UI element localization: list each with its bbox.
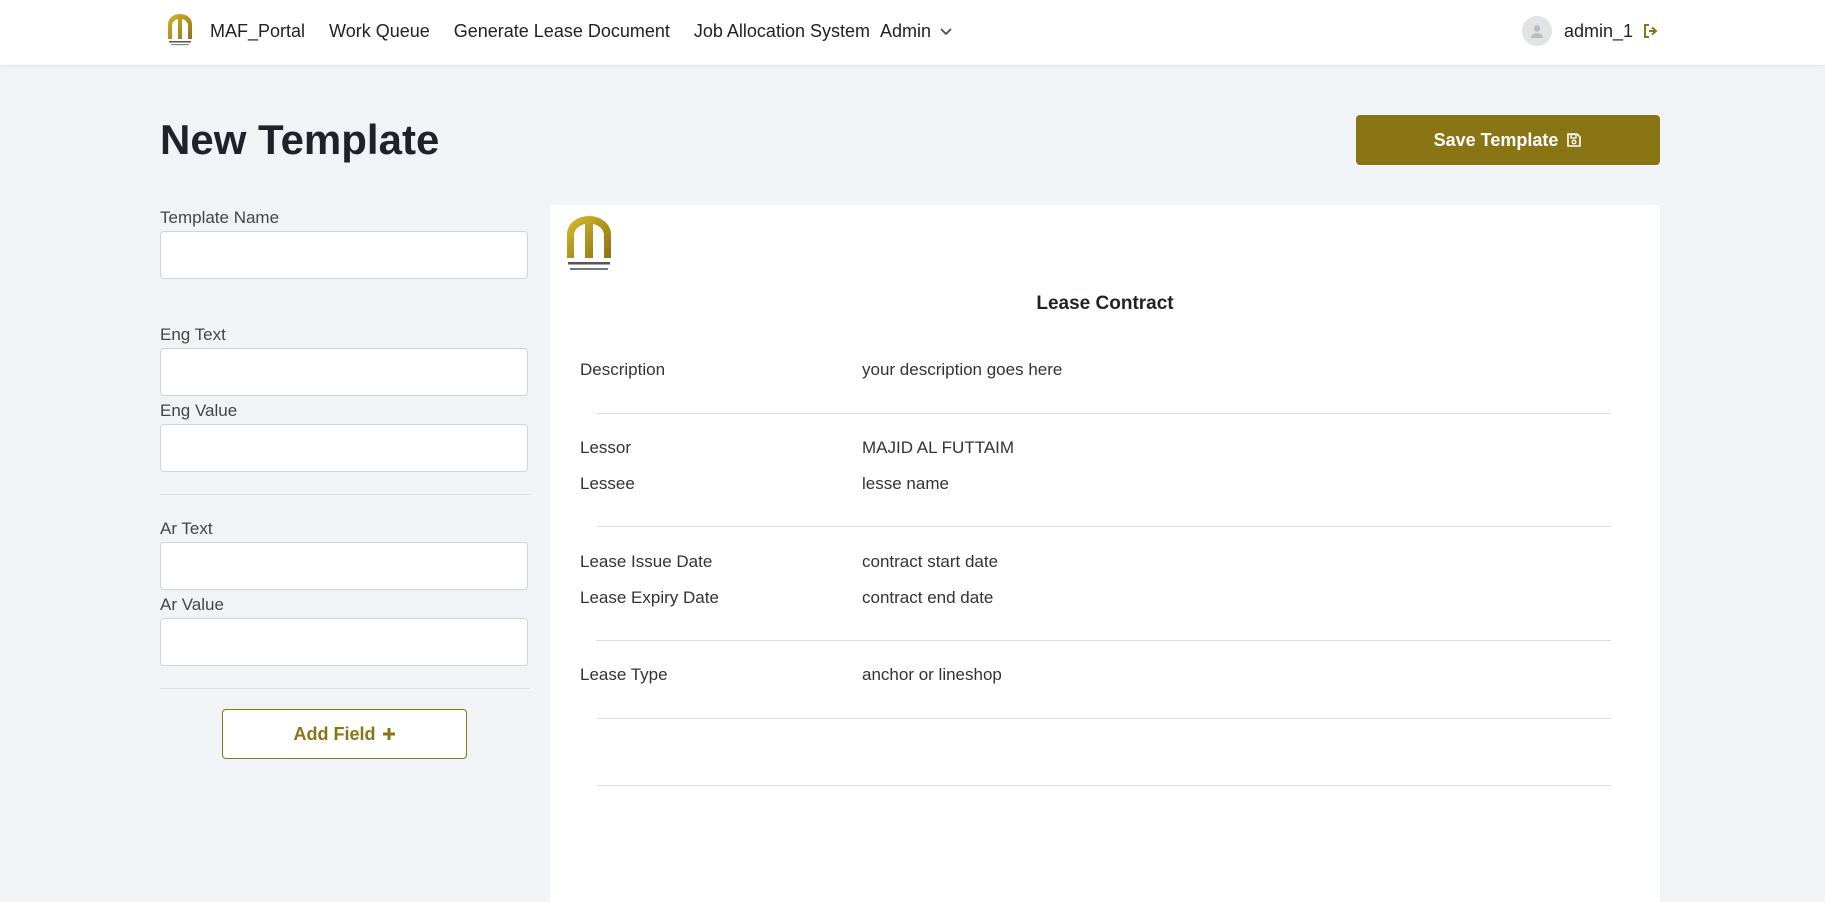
row-value-lease-expiry-date: contract end date (862, 588, 994, 607)
ar-value-label: Ar Value (160, 595, 224, 614)
logout-icon[interactable] (1643, 23, 1659, 39)
document-title: Lease Contract (1036, 293, 1174, 314)
add-field-button[interactable]: Add Field (222, 709, 467, 759)
row-label-description: Description (580, 360, 666, 379)
ar-text-input[interactable] (160, 542, 528, 590)
document-divider (596, 526, 1611, 527)
username-label: admin_1 (1563, 20, 1633, 41)
maf-logo-icon[interactable] (166, 13, 194, 47)
document-divider (596, 640, 1611, 641)
row-label-lease-issue-date: Lease Issue Date (580, 552, 713, 571)
row-value-lessor: MAJID AL FUTTAIM (862, 438, 1015, 457)
ar-value-input[interactable] (160, 618, 528, 666)
row-value-lease-issue-date: contract start date (862, 552, 999, 571)
template-name-label: Template Name (160, 208, 280, 227)
ar-text-label: Ar Text (160, 519, 213, 538)
row-label-lease-type: Lease Type (580, 665, 668, 684)
document-divider (596, 785, 1611, 786)
template-name-input[interactable] (160, 231, 528, 279)
nav-links: MAF_Portal Work Queue Generate Lease Doc… (210, 0, 953, 62)
nav-link-generate-lease[interactable]: Generate Lease Document (454, 21, 670, 42)
nav-admin-dropdown[interactable]: Admin (880, 21, 953, 42)
eng-text-label: Eng Text (160, 325, 226, 344)
avatar[interactable] (1521, 16, 1552, 46)
nav-admin-label: Admin (879, 20, 932, 41)
form-divider (160, 688, 530, 689)
eng-text-input[interactable] (160, 348, 528, 396)
row-value-lease-type: anchor or lineshop (862, 665, 1002, 684)
row-value-lessee: lesse name (862, 474, 949, 493)
page-title: New Template (160, 116, 440, 163)
eng-value-label: Eng Value (160, 401, 238, 420)
form-divider (160, 494, 530, 495)
floppy-disk-icon (1567, 133, 1582, 147)
row-label-lease-expiry-date: Lease Expiry Date (580, 588, 719, 607)
nav-link-job-allocation[interactable]: Job Allocation System (694, 21, 870, 42)
top-navbar: MAF_Portal Work Queue Generate Lease Doc… (0, 0, 1825, 65)
user-icon (1530, 25, 1543, 38)
plus-icon (382, 728, 395, 740)
add-field-label: Add Field (293, 723, 376, 744)
row-value-description: your description goes here (862, 360, 1063, 379)
template-preview: Lease Contract Description your descript… (550, 205, 1660, 902)
document-divider (596, 718, 1611, 719)
maf-document-logo-icon (567, 216, 611, 270)
save-template-label: Save Template (1433, 129, 1559, 150)
eng-value-input[interactable] (160, 424, 528, 472)
nav-link-work-queue[interactable]: Work Queue (329, 21, 430, 42)
nav-brand-link[interactable]: MAF_Portal (210, 21, 305, 42)
nav-user-menu: admin_1 (1521, 0, 1659, 62)
document-divider (596, 413, 1611, 414)
row-label-lessee: Lessee (580, 474, 635, 493)
row-label-lessor: Lessor (580, 438, 632, 457)
chevron-down-icon (940, 28, 952, 36)
save-template-button[interactable]: Save Template (1356, 115, 1660, 165)
